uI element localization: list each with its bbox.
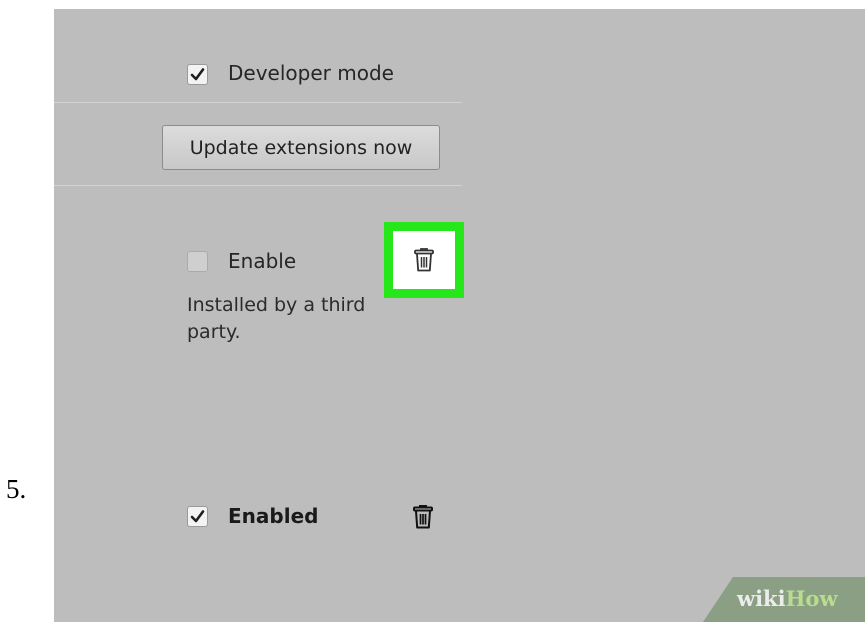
trash-icon — [413, 505, 433, 529]
update-extensions-button[interactable]: Update extensions now — [162, 125, 440, 170]
remove-extension-button-highlighted[interactable] — [384, 222, 464, 298]
checkmark-icon — [190, 68, 205, 81]
trash-icon — [414, 248, 434, 272]
checkmark-icon — [190, 510, 205, 523]
developer-mode-checkbox[interactable] — [187, 64, 208, 85]
extensions-settings-panel: Developer mode Update extensions now Ena… — [54, 9, 865, 622]
remove-extension-button[interactable] — [412, 504, 434, 534]
wikihow-watermark: wikiHow — [703, 577, 865, 622]
watermark-how: How — [785, 586, 838, 611]
enable-label: Enable — [228, 249, 297, 273]
step-number: 5. — [6, 474, 27, 504]
developer-mode-label: Developer mode — [228, 61, 394, 85]
enabled-checkbox[interactable] — [187, 506, 208, 527]
enable-checkbox[interactable] — [187, 251, 208, 272]
divider — [54, 102, 462, 103]
divider — [54, 185, 462, 186]
enabled-label: Enabled — [228, 504, 319, 528]
watermark-text: wikiHow — [737, 586, 838, 611]
installed-by-third-party-note: Installed by a third party. — [187, 294, 366, 343]
watermark-wiki: wiki — [737, 586, 786, 611]
